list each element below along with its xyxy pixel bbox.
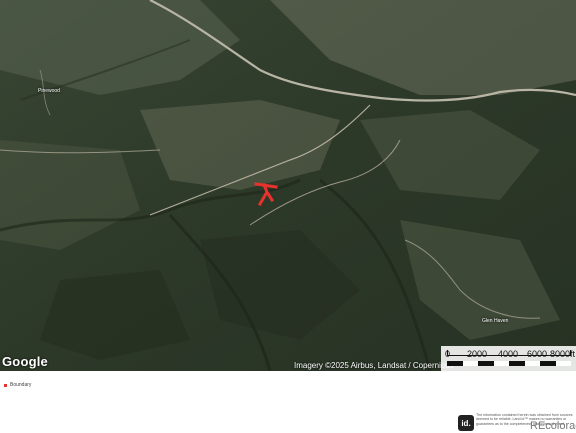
scale-label-8000: 8000ft: [550, 349, 576, 359]
legend: Boundary: [4, 382, 31, 388]
imagery-attribution[interactable]: Imagery ©2025 Airbus, Landsat / Copernic…: [294, 361, 453, 370]
parcel-boundary-shape: [254, 182, 278, 207]
place-label-glen-haven: Glen Haven: [482, 318, 509, 324]
satellite-imagery: [0, 0, 576, 371]
legend-label: Boundary: [10, 382, 32, 388]
scale-checker-bar: [447, 361, 571, 366]
place-label-pinewood: Pinewood: [38, 88, 60, 94]
satellite-map[interactable]: Pinewood Glen Haven Google Imagery ©2025…: [0, 0, 576, 371]
google-logo: Google: [2, 354, 48, 369]
land-id-logo: id.: [458, 415, 474, 431]
scale-label-0: 0: [445, 349, 451, 359]
recolorado-brand: REcolorado: [530, 420, 576, 432]
boundary-swatch: [4, 383, 7, 387]
scale-label-6000: 6000: [527, 349, 548, 359]
parcel-boundary[interactable]: [250, 178, 280, 208]
scale-bar: 0 2000 4000 6000 8000ft: [441, 346, 576, 371]
scale-label-4000: 4000: [498, 349, 519, 359]
scale-label-2000: 2000: [467, 349, 488, 359]
